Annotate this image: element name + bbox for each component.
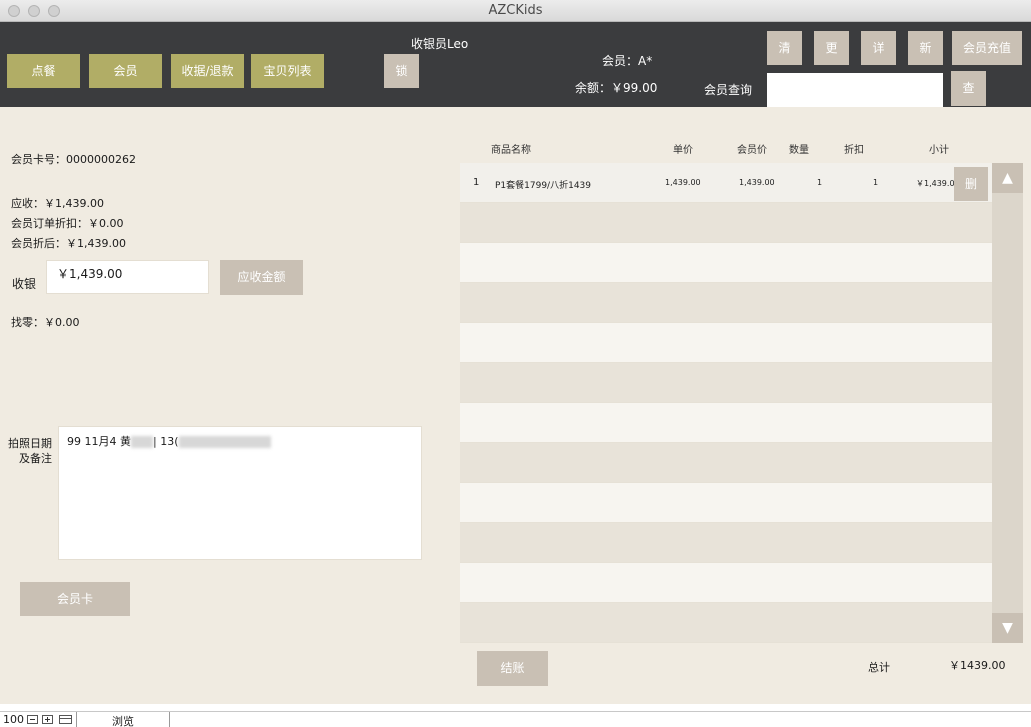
zoom-level[interactable]: 100 xyxy=(3,713,24,726)
row-member-price: 1,439.00 xyxy=(739,178,775,187)
change-button[interactable]: 更 xyxy=(814,31,849,65)
window-title: AZCKids xyxy=(488,3,543,18)
table-row[interactable]: 1 P1套餐1799/八折1439 1,439.00 1,439.00 1 1 … xyxy=(460,163,992,203)
row-price: 1,439.00 xyxy=(665,178,701,187)
column-header-quantity: 数量 xyxy=(789,145,809,156)
member-card-number: 会员卡号：0000000262 xyxy=(11,153,136,166)
status-separator xyxy=(76,712,77,727)
row-product-name: P1套餐1799/八折1439 xyxy=(495,181,591,191)
status-separator xyxy=(169,712,170,727)
main-panel: 会员卡号：0000000262 应收：￥1,439.00 会员订单折扣：￥0.0… xyxy=(0,107,1031,704)
notes-label-line2: 及备注 xyxy=(19,452,52,465)
mode-indicator[interactable]: 浏览 xyxy=(112,713,134,727)
member-name: 会员：A* xyxy=(602,54,653,68)
table-row-empty xyxy=(460,363,992,403)
table-row-empty xyxy=(460,403,992,443)
new-button[interactable]: 新 xyxy=(908,31,943,65)
table-row-empty xyxy=(460,283,992,323)
redacted-name xyxy=(131,436,153,448)
zoom-out-icon[interactable] xyxy=(27,715,38,724)
detail-button[interactable]: 详 xyxy=(861,31,896,65)
receivable-amount: 应收：￥1,439.00 xyxy=(11,197,104,210)
status-bar: 100 浏览 xyxy=(0,711,1031,727)
delete-row-button[interactable]: 删 xyxy=(954,167,988,201)
order-button[interactable]: 点餐 xyxy=(7,54,80,88)
scroll-up-button[interactable]: ▲ xyxy=(992,163,1023,193)
member-search-label: 会员查询 xyxy=(704,83,753,97)
after-discount-amount: 会员折后：￥1,439.00 xyxy=(11,237,126,250)
clear-button[interactable]: 清 xyxy=(767,31,802,65)
member-search-input[interactable] xyxy=(767,73,943,107)
recharge-button[interactable]: 会员充值 xyxy=(952,31,1022,65)
checkout-button[interactable]: 结账 xyxy=(477,651,548,686)
lock-button[interactable]: 锁 xyxy=(384,54,419,88)
column-header-discount: 折扣 xyxy=(844,145,864,156)
top-toolbar: 点餐 会员 收据/退款 宝贝列表 收银员Leo 锁 会员：A* 余额：￥99.0… xyxy=(0,22,1031,107)
search-button[interactable]: 查 xyxy=(951,71,986,106)
toolbar-toggle-icon[interactable] xyxy=(59,715,72,724)
scroll-down-button[interactable]: ▼ xyxy=(992,613,1023,643)
window-titlebar: AZCKids xyxy=(0,0,1031,22)
redacted-phone xyxy=(178,436,271,448)
column-header-name: 商品名称 xyxy=(491,145,531,156)
notes-textarea[interactable]: 99 11月4 黄 | 13( xyxy=(58,426,422,560)
row-discount: 1 xyxy=(873,178,879,187)
change-amount: 找零：￥0.00 xyxy=(11,316,80,329)
table-row-empty xyxy=(460,243,992,283)
column-header-price: 单价 xyxy=(673,145,693,156)
table-row-empty xyxy=(460,323,992,363)
table-row-empty xyxy=(460,203,992,243)
zoom-in-icon[interactable] xyxy=(42,715,53,724)
column-header-member-price: 会员价 xyxy=(737,145,767,156)
due-amount-button[interactable]: 应收金额 xyxy=(220,260,303,295)
member-card-button[interactable]: 会员卡 xyxy=(20,582,130,616)
total-value: ￥1439.00 xyxy=(949,659,1006,672)
member-button[interactable]: 会员 xyxy=(89,54,162,88)
order-discount-amount: 会员订单折扣：￥0.00 xyxy=(11,217,124,230)
row-index: 1 xyxy=(473,177,480,188)
notes-text-mid: | 13( xyxy=(153,435,179,448)
notes-label-line1: 拍照日期 xyxy=(8,437,52,450)
cash-input-value: ￥1,439.00 xyxy=(57,267,123,281)
table-row-empty xyxy=(460,563,992,603)
table-row-empty xyxy=(460,603,992,643)
receipt-refund-button[interactable]: 收据/退款 xyxy=(171,54,244,88)
table-row-empty xyxy=(460,483,992,523)
cash-label: 收银 xyxy=(12,277,37,291)
table-row-empty xyxy=(460,523,992,563)
column-header-subtotal: 小计 xyxy=(929,145,949,156)
cashier-label: 收银员Leo xyxy=(411,37,469,51)
total-label: 总计 xyxy=(868,661,890,674)
row-quantity: 1 xyxy=(817,178,823,187)
table-scrollbar[interactable] xyxy=(992,163,1023,643)
order-table-header: 商品名称 单价 会员价 数量 折扣 小计 xyxy=(460,135,991,163)
notes-text-start: 99 11月4 黄 xyxy=(67,435,131,448)
table-row-empty xyxy=(460,443,992,483)
order-table: 1 P1套餐1799/八折1439 1,439.00 1,439.00 1 1 … xyxy=(460,163,992,643)
member-balance: 余额：￥99.00 xyxy=(575,81,658,95)
cash-input[interactable]: ￥1,439.00 xyxy=(46,260,209,294)
baby-list-button[interactable]: 宝贝列表 xyxy=(251,54,324,88)
